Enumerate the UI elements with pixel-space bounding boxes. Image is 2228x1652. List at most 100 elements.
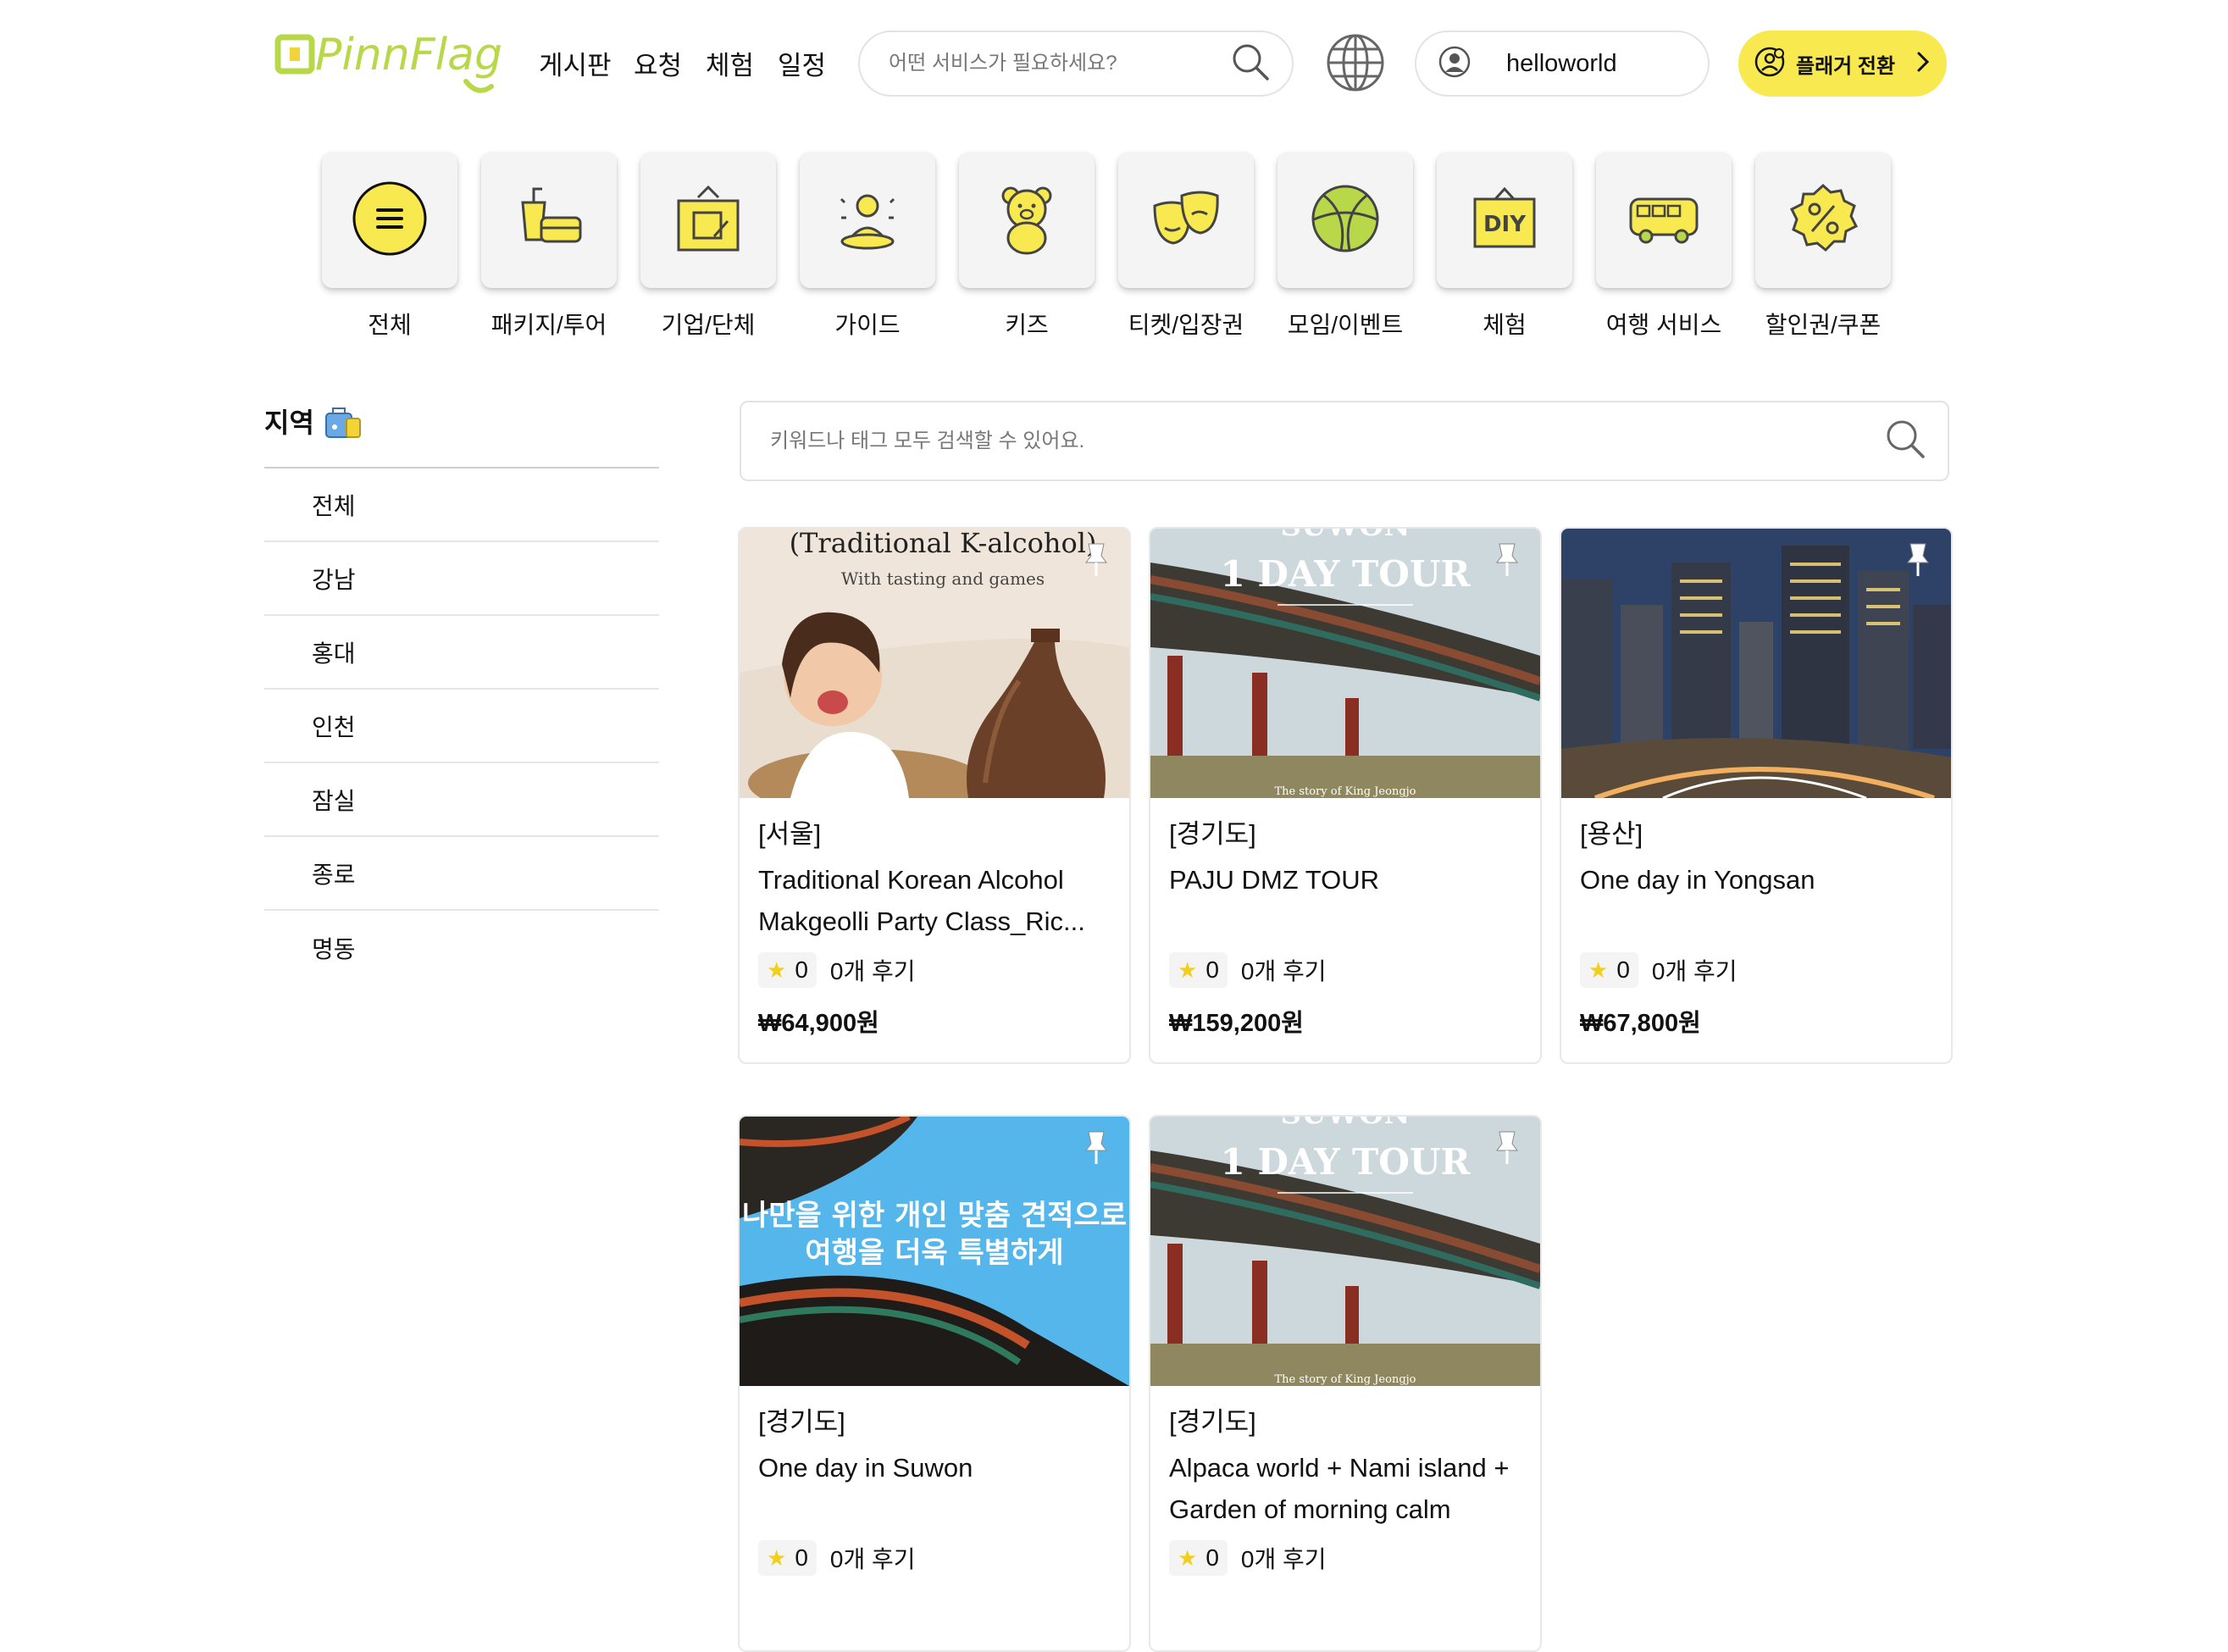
region-item-hongdae[interactable]: 홍대	[264, 616, 659, 690]
category-tile	[800, 152, 935, 288]
category-tile	[640, 152, 776, 288]
pin-icon[interactable]	[1494, 541, 1520, 578]
image-top-text: SUWON	[1280, 529, 1410, 543]
keyword-search-input[interactable]	[768, 428, 1885, 454]
category-label: 패키지/투어	[490, 312, 607, 338]
category-guide[interactable]: 가이드	[798, 152, 937, 341]
svg-text:DIY: DIY	[1483, 212, 1527, 237]
category-label: 전체	[368, 312, 412, 338]
image-line2: 여행을 더욱 특별하게	[805, 1236, 1063, 1270]
nav-request[interactable]: 요청	[634, 44, 682, 82]
category-tile: DIY	[1437, 152, 1572, 288]
review-count: 0개 후기	[1651, 958, 1738, 984]
review-count: 0개 후기	[1240, 958, 1327, 984]
kids-bear-icon	[989, 180, 1065, 261]
region-item-jongno[interactable]: 종로	[264, 837, 659, 911]
event-ball-icon	[1307, 180, 1383, 261]
rating-badge: ★ 0	[758, 1540, 817, 1576]
category-label: 여행 서비스	[1605, 312, 1722, 338]
rating-badge: ★ 0	[1169, 1540, 1228, 1576]
region-item-jamsil[interactable]: 잠실	[264, 763, 659, 837]
category-kids[interactable]: 키즈	[957, 152, 1096, 341]
service-search-bar	[858, 30, 1294, 97]
pin-icon[interactable]	[1084, 541, 1109, 578]
product-image-custom-quote: 나만을 위한 개인 맞춤 견적으로 여행을 더욱 특별하게	[740, 1117, 1129, 1386]
pinnflag-logo[interactable]: PinnFlag	[274, 30, 505, 108]
product-region: [경기도]	[1169, 1407, 1256, 1437]
product-region: [경기도]	[758, 1407, 845, 1437]
region-item-gangnam[interactable]: 강남	[264, 542, 659, 616]
rating-value: 0	[1205, 1544, 1219, 1571]
rating-value: 0	[1616, 956, 1630, 983]
region-item-myeongdong[interactable]: 명동	[264, 911, 659, 984]
region-item-all[interactable]: 전체	[264, 468, 659, 542]
rating-value: 0	[1205, 956, 1219, 983]
coupon-icon	[1785, 180, 1861, 261]
pin-icon[interactable]	[1905, 541, 1931, 578]
category-label: 모임/이벤트	[1287, 312, 1404, 338]
category-tile	[1755, 152, 1891, 288]
search-icon[interactable]	[1231, 42, 1270, 86]
ticket-masks-icon	[1148, 180, 1224, 261]
category-all[interactable]: 전체	[320, 152, 459, 341]
category-ticket[interactable]: 티켓/입장권	[1117, 152, 1255, 341]
pin-icon[interactable]	[1084, 1128, 1109, 1166]
category-tile	[959, 152, 1095, 288]
review-count: 0개 후기	[1240, 1546, 1327, 1572]
product-card[interactable]: [용산] One day in Yongsan ★ 0 0개 후기 ₩67,80…	[1560, 527, 1953, 1064]
category-tile	[1596, 152, 1732, 288]
product-title: Alpaca world + Nami island + Garden of m…	[1169, 1453, 1510, 1524]
category-coupon[interactable]: 할인권/쿠폰	[1754, 152, 1893, 341]
category-tile	[1118, 152, 1254, 288]
product-title: One day in Yongsan	[1580, 865, 1815, 895]
globe-icon[interactable]	[1325, 32, 1386, 93]
product-region: [서울]	[758, 819, 822, 849]
nav-schedule[interactable]: 일정	[778, 44, 826, 82]
region-item-incheon[interactable]: 인천	[264, 690, 659, 763]
package-tour-icon	[511, 180, 587, 261]
star-icon: ★	[1588, 956, 1609, 983]
image-title: 1 DAY TOUR	[1221, 553, 1471, 595]
user-switch-icon	[1754, 46, 1786, 82]
category-label: 가이드	[834, 312, 901, 338]
product-card[interactable]: (Traditional K-alcohol) With tasting and…	[738, 527, 1131, 1064]
user-menu[interactable]: helloworld	[1415, 30, 1710, 97]
review-count: 0개 후기	[829, 1546, 916, 1572]
category-travel-service[interactable]: 여행 서비스	[1594, 152, 1733, 341]
rating-value: 0	[795, 1544, 808, 1571]
planner-switch-button[interactable]: 플래거 전환	[1738, 30, 1947, 97]
service-search-input[interactable]	[887, 51, 1231, 76]
category-event[interactable]: 모임/이벤트	[1276, 152, 1415, 341]
category-tile	[322, 152, 457, 288]
image-top-text: SUWON	[1280, 1117, 1410, 1131]
product-image-alcohol: (Traditional K-alcohol) With tasting and…	[740, 529, 1129, 798]
category-tile	[1277, 152, 1413, 288]
nav-board[interactable]: 게시판	[539, 44, 612, 82]
guide-icon	[829, 180, 906, 261]
category-package-tour[interactable]: 패키지/투어	[479, 152, 618, 341]
nav-experience[interactable]: 체험	[706, 44, 754, 82]
planner-switch-label: 플래거 전환	[1796, 54, 1896, 78]
product-title: One day in Suwon	[758, 1453, 973, 1483]
category-company-group[interactable]: 기업/단체	[639, 152, 778, 341]
product-card[interactable]: 나만을 위한 개인 맞춤 견적으로 여행을 더욱 특별하게 [경기도] One …	[738, 1115, 1131, 1652]
bus-icon	[1626, 180, 1702, 261]
category-label: 기업/단체	[661, 312, 756, 338]
pin-icon[interactable]	[1494, 1128, 1520, 1166]
product-title: PAJU DMZ TOUR	[1169, 865, 1380, 895]
diy-icon: DIY	[1466, 180, 1543, 261]
product-price: ₩67,800원	[1580, 1010, 1701, 1037]
product-image-suwon: SUWON 1 DAY TOUR The story of King Jeong…	[1150, 529, 1540, 798]
product-image-suwon: SUWON 1 DAY TOUR The story of King Jeong…	[1150, 1117, 1540, 1386]
category-experience[interactable]: DIY 체험	[1435, 152, 1574, 341]
search-icon[interactable]	[1885, 419, 1926, 463]
product-price: ₩159,200원	[1169, 1010, 1304, 1037]
category-tile	[481, 152, 617, 288]
username: helloworld	[1506, 49, 1617, 77]
product-card[interactable]: SUWON 1 DAY TOUR The story of King Jeong…	[1149, 527, 1542, 1064]
product-card[interactable]: SUWON 1 DAY TOUR The story of King Jeong…	[1149, 1115, 1542, 1652]
rating-badge: ★ 0	[1169, 952, 1228, 988]
star-icon: ★	[767, 1544, 787, 1571]
suitcase-icon	[323, 402, 363, 442]
star-icon: ★	[1178, 956, 1198, 983]
